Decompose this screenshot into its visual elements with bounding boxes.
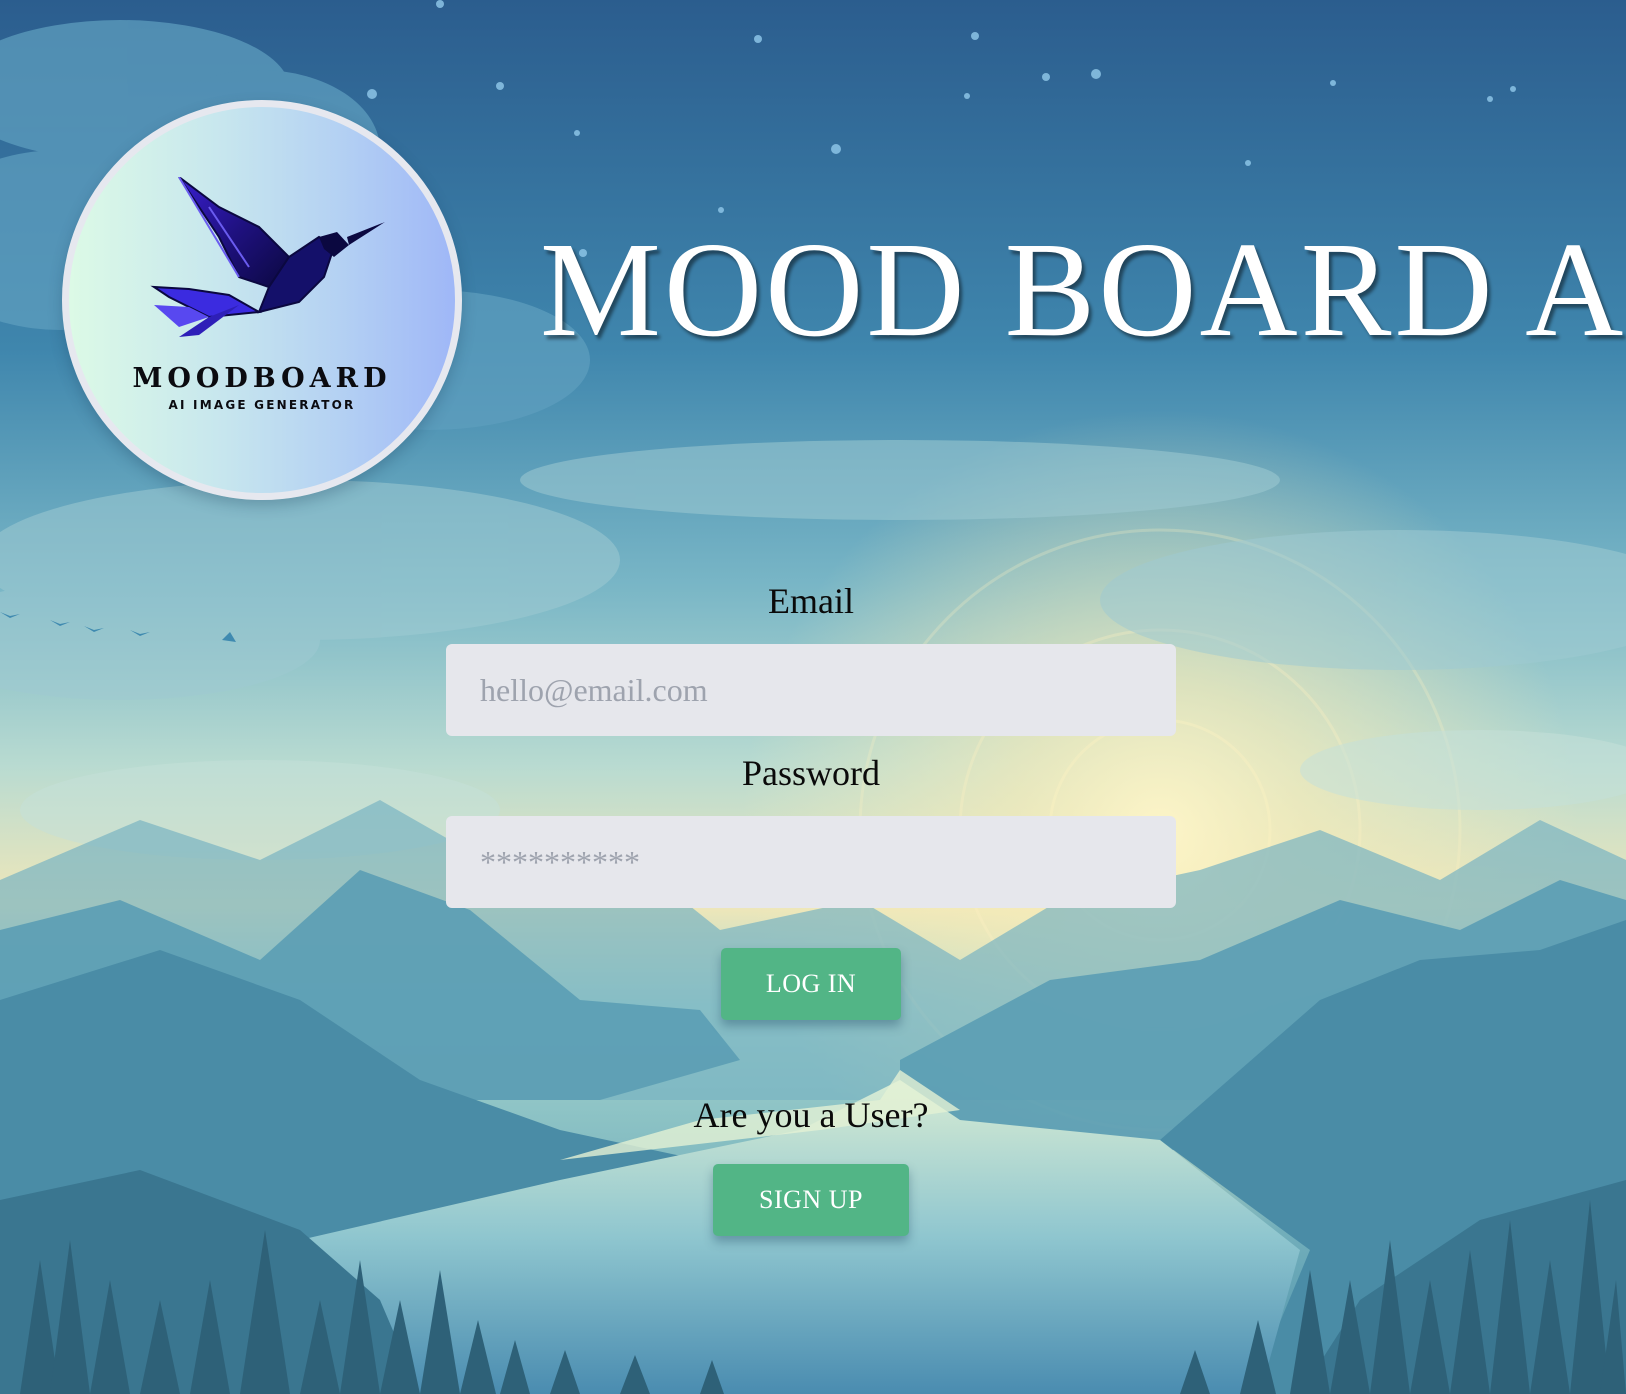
logo-name: MOODBOARD [132, 363, 392, 394]
logo-tagline: AI IMAGE GENERATOR [168, 398, 356, 412]
email-field[interactable] [446, 644, 1176, 736]
login-page: MOODBOARD AI IMAGE GENERATOR MOOD BOARD … [0, 0, 1626, 1394]
hummingbird-icon [150, 177, 385, 337]
moodboard-logo: MOODBOARD AI IMAGE GENERATOR [62, 100, 462, 500]
signup-button[interactable]: SIGN UP [713, 1164, 909, 1236]
password-field[interactable] [446, 816, 1176, 908]
app-title: MOOD BOARD AI [540, 215, 1626, 365]
signup-prompt: Are you a User? [693, 1095, 929, 1135]
login-button[interactable]: LOG IN [721, 948, 901, 1020]
password-label: Password [741, 753, 880, 793]
email-label: Email [768, 581, 854, 621]
